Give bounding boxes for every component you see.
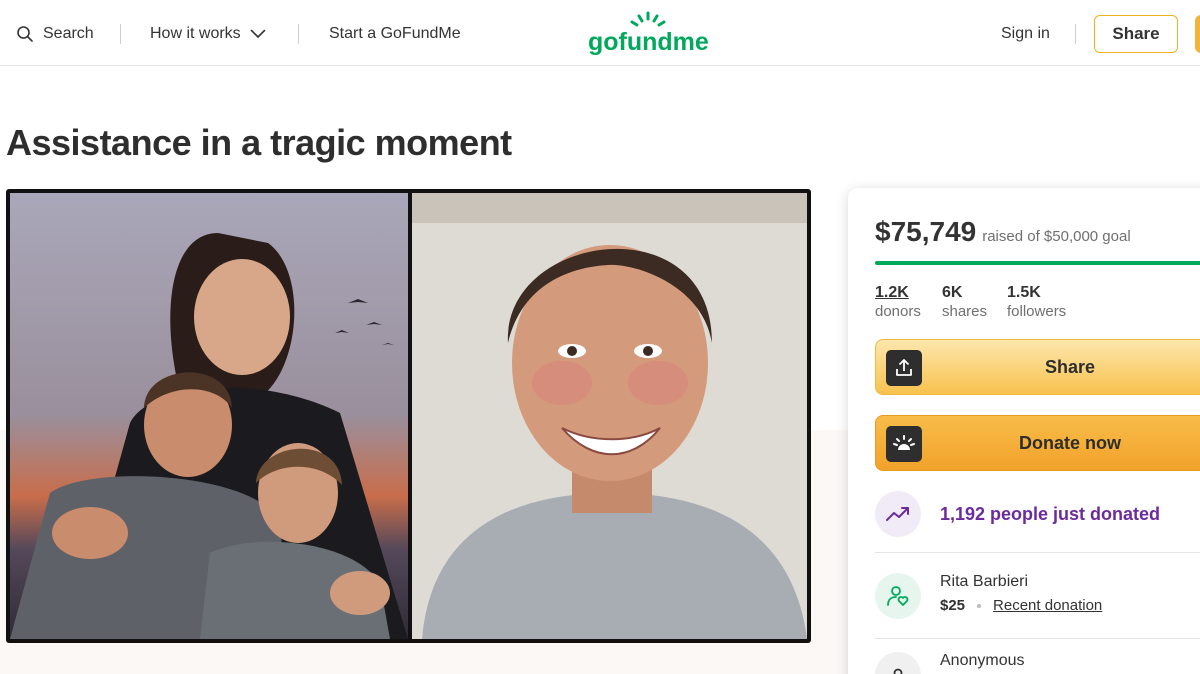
- campaign-title: Assistance in a tragic moment: [6, 122, 512, 163]
- donor-heart-icon: [875, 573, 921, 619]
- header-share-button[interactable]: Share: [1094, 15, 1178, 53]
- share-button[interactable]: Share: [875, 339, 1200, 395]
- nav-divider: [1075, 24, 1076, 44]
- donate-now-label: Donate now: [1019, 433, 1121, 453]
- divider: [875, 638, 1200, 639]
- family-photo: [10, 193, 408, 639]
- stat-followers: 1.5K followers: [1007, 284, 1066, 320]
- stat-shares: 6K shares: [942, 284, 987, 320]
- donation-details: Anonymous: [940, 652, 1025, 674]
- sign-in-label: Sign in: [1001, 25, 1050, 42]
- stat-donors-label: donors: [875, 303, 921, 320]
- chevron-down-icon: [250, 29, 265, 38]
- donor-name: Rita Barbieri: [940, 573, 1029, 590]
- search-label: Search: [43, 25, 94, 42]
- trend-text: 1,192 people just donated: [940, 503, 1161, 524]
- search-link[interactable]: Search: [16, 22, 94, 46]
- donation-amount: $25: [940, 597, 966, 614]
- stat-donors[interactable]: 1.2K donors: [875, 284, 921, 320]
- raised-summary: $75,749 raised of $50,000 goal: [875, 216, 1131, 248]
- top-navigation-bar: Search How it works Start a GoFundMe gof…: [0, 0, 1200, 66]
- stat-followers-value: 1.5K: [1007, 284, 1041, 301]
- start-gofundme-button-edge[interactable]: [1195, 15, 1200, 53]
- donation-meta: $25 Recent donation: [940, 597, 1102, 614]
- gofundme-logo[interactable]: gofundme: [586, 10, 712, 56]
- how-it-works-label: How it works: [150, 25, 241, 42]
- gofundme-logo-mark: gofundme: [588, 11, 709, 56]
- stat-shares-label: shares: [942, 303, 988, 320]
- nav-divider: [120, 24, 121, 44]
- stat-shares-value: 6K: [942, 284, 963, 301]
- recent-donation-link[interactable]: Recent donation: [993, 597, 1102, 614]
- stat-donors-value: 1.2K: [875, 284, 909, 301]
- donation-details: Rita Barbieri $25 Recent donation: [940, 573, 1102, 619]
- start-gofundme-label: Start a GoFundMe: [329, 25, 461, 42]
- separator-dot: [977, 603, 982, 608]
- donation-card: $75,749 raised of $50,000 goal 1.2K dono…: [848, 188, 1200, 674]
- nav-divider: [298, 24, 299, 44]
- svg-text:gofundme: gofundme: [588, 28, 709, 56]
- campaign-hero-image[interactable]: [6, 189, 811, 643]
- donation-item: Rita Barbieri $25 Recent donation: [875, 573, 1102, 619]
- donor-name: Anonymous: [940, 652, 1025, 669]
- progress-bar-fill: [875, 261, 1200, 265]
- stat-followers-label: followers: [1007, 303, 1067, 320]
- how-it-works-menu[interactable]: How it works: [150, 22, 266, 46]
- recent-donations-trend: 1,192 people just donated: [875, 491, 1160, 537]
- start-gofundme-link[interactable]: Start a GoFundMe: [329, 22, 461, 46]
- user-icon: [875, 652, 921, 674]
- progress-bar: [875, 261, 1200, 265]
- share-button-label: Share: [1044, 357, 1096, 377]
- raised-amount: $75,749: [875, 216, 977, 247]
- search-icon: [17, 26, 33, 42]
- trending-up-icon: [875, 491, 921, 537]
- sign-in-link[interactable]: Sign in: [1001, 22, 1050, 46]
- donate-now-button[interactable]: Donate now: [875, 415, 1200, 471]
- divider: [875, 552, 1200, 553]
- boy-portrait-photo: [412, 193, 807, 639]
- donation-item: Anonymous: [875, 652, 1025, 674]
- raised-goal-text: raised of $50,000 goal: [982, 228, 1131, 245]
